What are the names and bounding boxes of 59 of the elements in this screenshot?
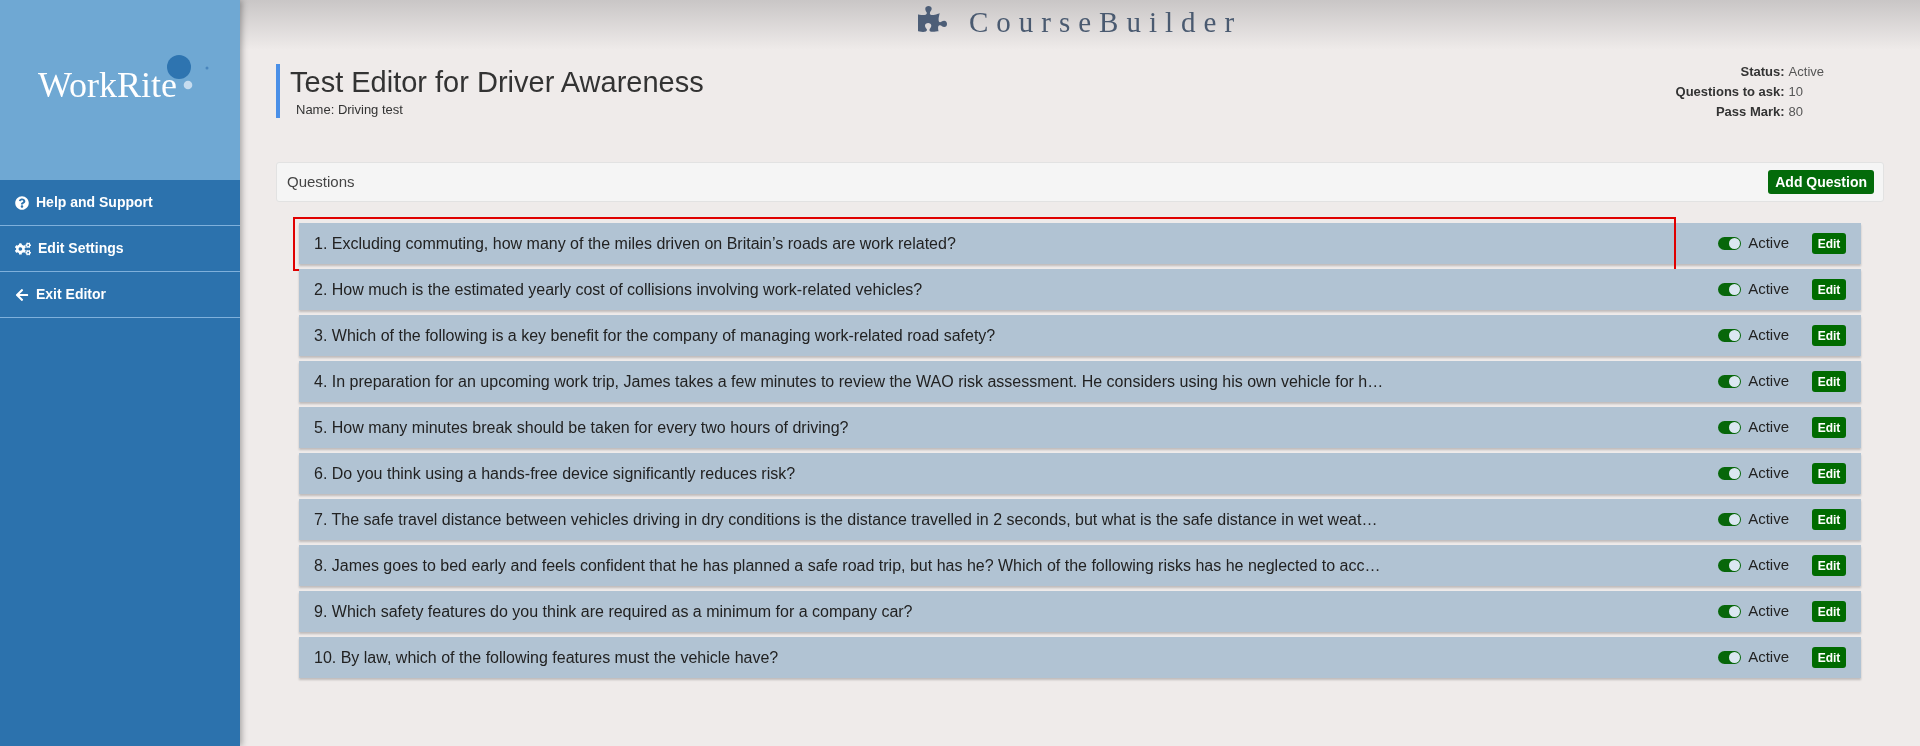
edit-button[interactable]: Edit — [1812, 601, 1846, 622]
toggle-switch[interactable] — [1718, 513, 1742, 526]
panel-title: Questions — [287, 171, 355, 192]
toggle-switch[interactable] — [1718, 283, 1742, 296]
edit-button[interactable]: Edit — [1812, 371, 1846, 392]
edit-button[interactable]: Edit — [1812, 463, 1846, 484]
sidebar-item[interactable]: Help and Support — [0, 180, 240, 226]
toggle-switch[interactable] — [1718, 651, 1742, 664]
edit-button[interactable]: Edit — [1812, 509, 1846, 530]
edit-button[interactable]: Edit — [1812, 555, 1846, 576]
status-label: Active — [1748, 463, 1789, 484]
help-icon — [15, 195, 29, 210]
toggle-switch[interactable] — [1718, 375, 1742, 388]
question-text: 1. Excluding commuting, how many of the miles driven on Britain’s roads are work related? — [314, 233, 957, 254]
toggle-switch[interactable] — [1718, 559, 1742, 572]
question-text: 7. The safe travel distance between vehicles driving in dry conditions is the distance travelled in 2 seconds, but what is the safe distance in wet weat… — [314, 509, 1379, 530]
edit-button[interactable]: Edit — [1812, 417, 1846, 438]
logo-text: WorkRite — [38, 65, 178, 105]
arrow-left-icon — [15, 287, 29, 302]
status-label: Active — [1748, 555, 1789, 576]
info-value: 10 — [1788, 83, 1805, 101]
info-label: Status: — [1739, 63, 1785, 81]
status-label: Active — [1748, 233, 1789, 254]
info-label: Pass Mark: — [1714, 103, 1785, 121]
edit-button[interactable]: Edit — [1812, 279, 1846, 300]
page-title: Test Editor for Driver Awareness — [290, 65, 704, 99]
toggle-switch[interactable] — [1718, 421, 1742, 434]
question-text: 4. In preparation for an upcoming work trip, James takes a few minutes to review the WAO risk assessment. He considers using his own vehicle for h… — [314, 371, 1385, 392]
info-value: Active — [1788, 63, 1824, 81]
sidebar-item[interactable]: Exit Editor — [0, 272, 240, 318]
question-text: 5. How many minutes break should be taken for every two hours of driving? — [314, 417, 850, 438]
question-text: 6. Do you think using a hands-free device significantly reduces risk? — [314, 463, 797, 484]
status-label: Active — [1748, 509, 1789, 530]
gears-icon — [15, 241, 31, 256]
app-title: CourseBuilder — [968, 6, 1243, 39]
toggle-switch[interactable] — [1718, 237, 1742, 250]
status-label: Active — [1748, 647, 1789, 668]
edit-button[interactable]: Edit — [1812, 647, 1846, 668]
status-label: Active — [1748, 325, 1789, 346]
question-text: 2. How much is the estimated yearly cost of collisions involving work-related vehicles? — [314, 279, 924, 300]
page-subtitle: Name: Driving test — [296, 102, 404, 118]
info-label: Questions to ask: — [1675, 83, 1785, 101]
edit-button[interactable]: Edit — [1812, 233, 1846, 254]
question-text: 10. By law, which of the following features must the vehicle have? — [314, 647, 780, 668]
status-label: Active — [1748, 601, 1789, 622]
toggle-switch[interactable] — [1718, 329, 1742, 342]
status-label: Active — [1748, 279, 1789, 300]
edit-button[interactable]: Edit — [1812, 325, 1846, 346]
question-text: 9. Which safety features do you think are required as a minimum for a company car? — [314, 601, 914, 622]
info-value: 80 — [1788, 103, 1805, 121]
status-label: Active — [1748, 371, 1789, 392]
status-label: Active — [1748, 417, 1789, 438]
sidebar-item[interactable]: Edit Settings — [0, 226, 240, 272]
toggle-switch[interactable] — [1718, 605, 1742, 618]
question-text: 8. James goes to bed early and feels confident that he has planned a safe road trip, but has he? Which of the following risks has he neglected to acc… — [314, 555, 1382, 576]
toggle-switch[interactable] — [1718, 467, 1742, 480]
question-text: 3. Which of the following is a key benefit for the company of managing work-related road safety? — [314, 325, 997, 346]
puzzle-icon — [917, 6, 947, 32]
add-question-button[interactable]: Add Question — [1768, 170, 1874, 194]
